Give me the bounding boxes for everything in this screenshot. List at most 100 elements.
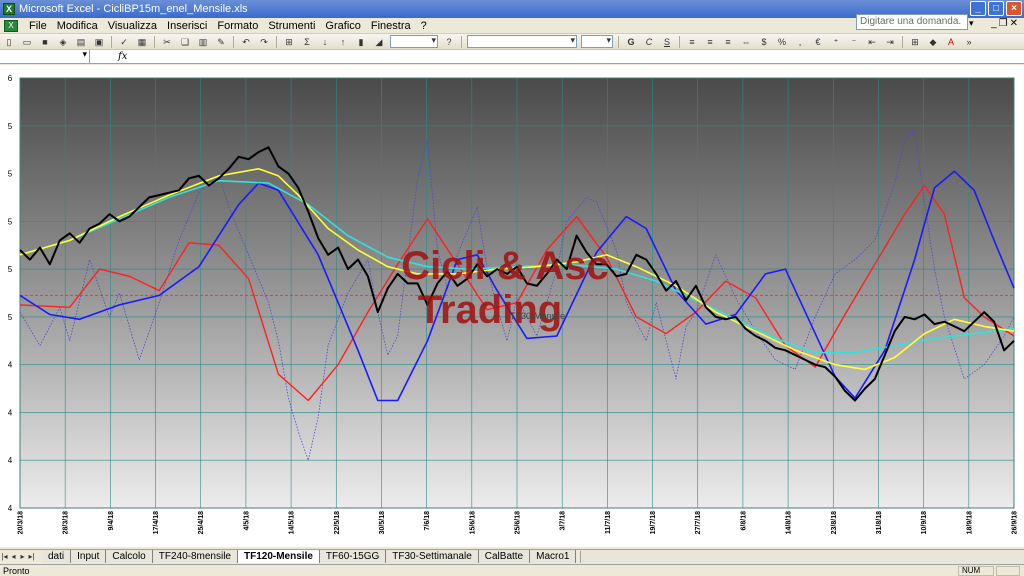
italic-icon[interactable]: C	[642, 36, 656, 48]
help-dropdown-icon[interactable]: ▾	[969, 18, 974, 29]
x-tick-label: 7/6/18	[424, 511, 431, 531]
bold-icon[interactable]: G	[624, 36, 638, 48]
save-icon[interactable]: ■	[38, 36, 52, 48]
close-button[interactable]: ×	[1006, 1, 1022, 16]
copy-icon[interactable]: ❏	[178, 36, 192, 48]
excel-app-icon: X	[3, 3, 15, 15]
menu-formato[interactable]: Formato	[212, 20, 263, 32]
function-icon[interactable]: fx	[118, 51, 127, 62]
chart-area[interactable]: 6 5 5 5 5 5 4 4 4 4 20/3/18 28/3/18 9/4/18 17/4/18 25…	[0, 65, 1024, 547]
y-tick-label: 4	[8, 361, 13, 370]
font-color-icon[interactable]: A	[944, 36, 958, 48]
doc-restore-button[interactable]: ❐	[999, 18, 1008, 29]
cut-icon[interactable]: ✂	[160, 36, 174, 48]
horizontal-scrollbar[interactable]	[580, 550, 1024, 563]
watermark-line-2: Trading	[418, 288, 562, 332]
menu-inserisci[interactable]: Inserisci	[162, 20, 212, 32]
help-icon[interactable]: ?	[442, 36, 456, 48]
chart-wizard-icon[interactable]: ▮	[354, 36, 368, 48]
font-name-select[interactable]	[467, 35, 577, 48]
first-sheet-icon[interactable]: |◂	[0, 552, 9, 561]
doc-minimize-button[interactable]: _	[991, 18, 997, 29]
menu-visualizza[interactable]: Visualizza	[103, 20, 162, 32]
y-tick-label: 5	[8, 265, 13, 274]
last-sheet-icon[interactable]: ▸|	[27, 552, 36, 561]
help-search-input[interactable]: Digitare una domanda.	[856, 14, 968, 30]
merge-center-icon[interactable]: ⇔	[739, 36, 753, 48]
name-box[interactable]	[0, 49, 90, 63]
y-tick-label: 4	[8, 408, 13, 417]
increase-indent-icon[interactable]: ⇥	[883, 36, 897, 48]
maximize-button[interactable]: □	[988, 1, 1004, 16]
hyperlink-icon[interactable]: ⊞	[282, 36, 296, 48]
undo-icon[interactable]: ↶	[239, 36, 253, 48]
autosum-icon[interactable]: Σ	[300, 36, 314, 48]
status-cell-empty	[996, 566, 1020, 576]
currency-icon[interactable]: $	[757, 36, 771, 48]
sheet-tab[interactable]: TF60-15GG	[319, 550, 387, 563]
sheet-tab[interactable]: Input	[71, 550, 107, 563]
research-icon[interactable]: ▦	[135, 36, 149, 48]
sheet-tab[interactable]: Macro1	[530, 550, 577, 563]
font-size-select[interactable]	[581, 35, 613, 48]
sheet-tab-bar: |◂ ◂ ▸ ▸| dati Input Calcolo TF240-8mensile…	[0, 549, 1024, 563]
menu-modifica[interactable]: Modifica	[52, 20, 103, 32]
minimize-button[interactable]: _	[970, 1, 986, 16]
prev-sheet-icon[interactable]: ◂	[9, 552, 18, 561]
sheet-tab[interactable]: TF30-Settimanale	[386, 550, 479, 563]
format-painter-icon[interactable]: ✎	[214, 36, 228, 48]
standard-toolbar: ▯ ▭ ■ ◈ ▤ ▣ ✓ ▦ ✂ ❏ ▥ ✎ ↶ ↷ ⊞ Σ ↓ ↑ ▮ ◢ …	[0, 34, 1024, 50]
print-preview-icon[interactable]: ▣	[92, 36, 106, 48]
sheet-tab[interactable]: CalBatte	[478, 550, 531, 563]
doc-close-button[interactable]: ✕	[1010, 18, 1018, 29]
underline-icon[interactable]: S	[660, 36, 674, 48]
redo-icon[interactable]: ↷	[257, 36, 271, 48]
menu-help[interactable]: ?	[416, 20, 432, 32]
decrease-indent-icon[interactable]: ⇤	[865, 36, 879, 48]
spelling-icon[interactable]: ✓	[117, 36, 131, 48]
zoom-select[interactable]	[390, 35, 438, 48]
menu-file[interactable]: File	[24, 20, 52, 32]
sort-desc-icon[interactable]: ↑	[336, 36, 350, 48]
new-icon[interactable]: ▯	[2, 36, 16, 48]
formula-bar: fx	[0, 49, 1024, 64]
watermark-line-1: Cicli & Asc	[401, 244, 608, 288]
increase-decimal-icon[interactable]: ⁺	[829, 36, 843, 48]
y-tick-label: 5	[8, 217, 13, 226]
sheet-tab[interactable]: Calcolo	[106, 550, 153, 563]
fill-color-icon[interactable]: ◆	[926, 36, 940, 48]
menu-finestra[interactable]: Finestra	[366, 20, 416, 32]
align-center-icon[interactable]: ≡	[703, 36, 717, 48]
x-tick-label: 10/9/18	[921, 511, 928, 534]
comma-icon[interactable]: ,	[793, 36, 807, 48]
y-tick-label: 4	[8, 456, 13, 465]
menu-grafico[interactable]: Grafico	[320, 20, 365, 32]
y-tick-label: 6	[8, 74, 13, 83]
document-icon[interactable]: X	[4, 19, 18, 32]
paste-icon[interactable]: ▥	[196, 36, 210, 48]
decrease-decimal-icon[interactable]: ⁻	[847, 36, 861, 48]
sheet-tab[interactable]: TF120-Mensile	[238, 550, 320, 563]
toolbar-separator	[679, 35, 680, 48]
sort-asc-icon[interactable]: ↓	[318, 36, 332, 48]
sheet-tab[interactable]: TF240-8mensile	[152, 550, 238, 563]
menu-strumenti[interactable]: Strumenti	[263, 20, 320, 32]
borders-icon[interactable]: ⊞	[908, 36, 922, 48]
toolbar-options-icon[interactable]: »	[962, 36, 976, 48]
open-icon[interactable]: ▭	[20, 36, 34, 48]
y-tick-label: 5	[8, 170, 13, 179]
next-sheet-icon[interactable]: ▸	[18, 552, 27, 561]
x-tick-label: 25/4/18	[198, 511, 205, 534]
drawing-icon[interactable]: ◢	[372, 36, 386, 48]
sheet-tab[interactable]: dati	[42, 550, 72, 563]
align-right-icon[interactable]: ≡	[721, 36, 735, 48]
permission-icon[interactable]: ◈	[56, 36, 70, 48]
percent-icon[interactable]: %	[775, 36, 789, 48]
x-tick-label: 23/8/18	[831, 511, 838, 534]
price-cycle-chart[interactable]: 6 5 5 5 5 5 4 4 4 4 20/3/18 28/3/18 9/4/18 17/4/18 25…	[0, 65, 1024, 547]
x-tick-label: 30/5/18	[379, 511, 386, 534]
print-icon[interactable]: ▤	[74, 36, 88, 48]
align-left-icon[interactable]: ≡	[685, 36, 699, 48]
x-tick-label: 6/8/18	[740, 511, 747, 531]
euro-icon[interactable]: €	[811, 36, 825, 48]
